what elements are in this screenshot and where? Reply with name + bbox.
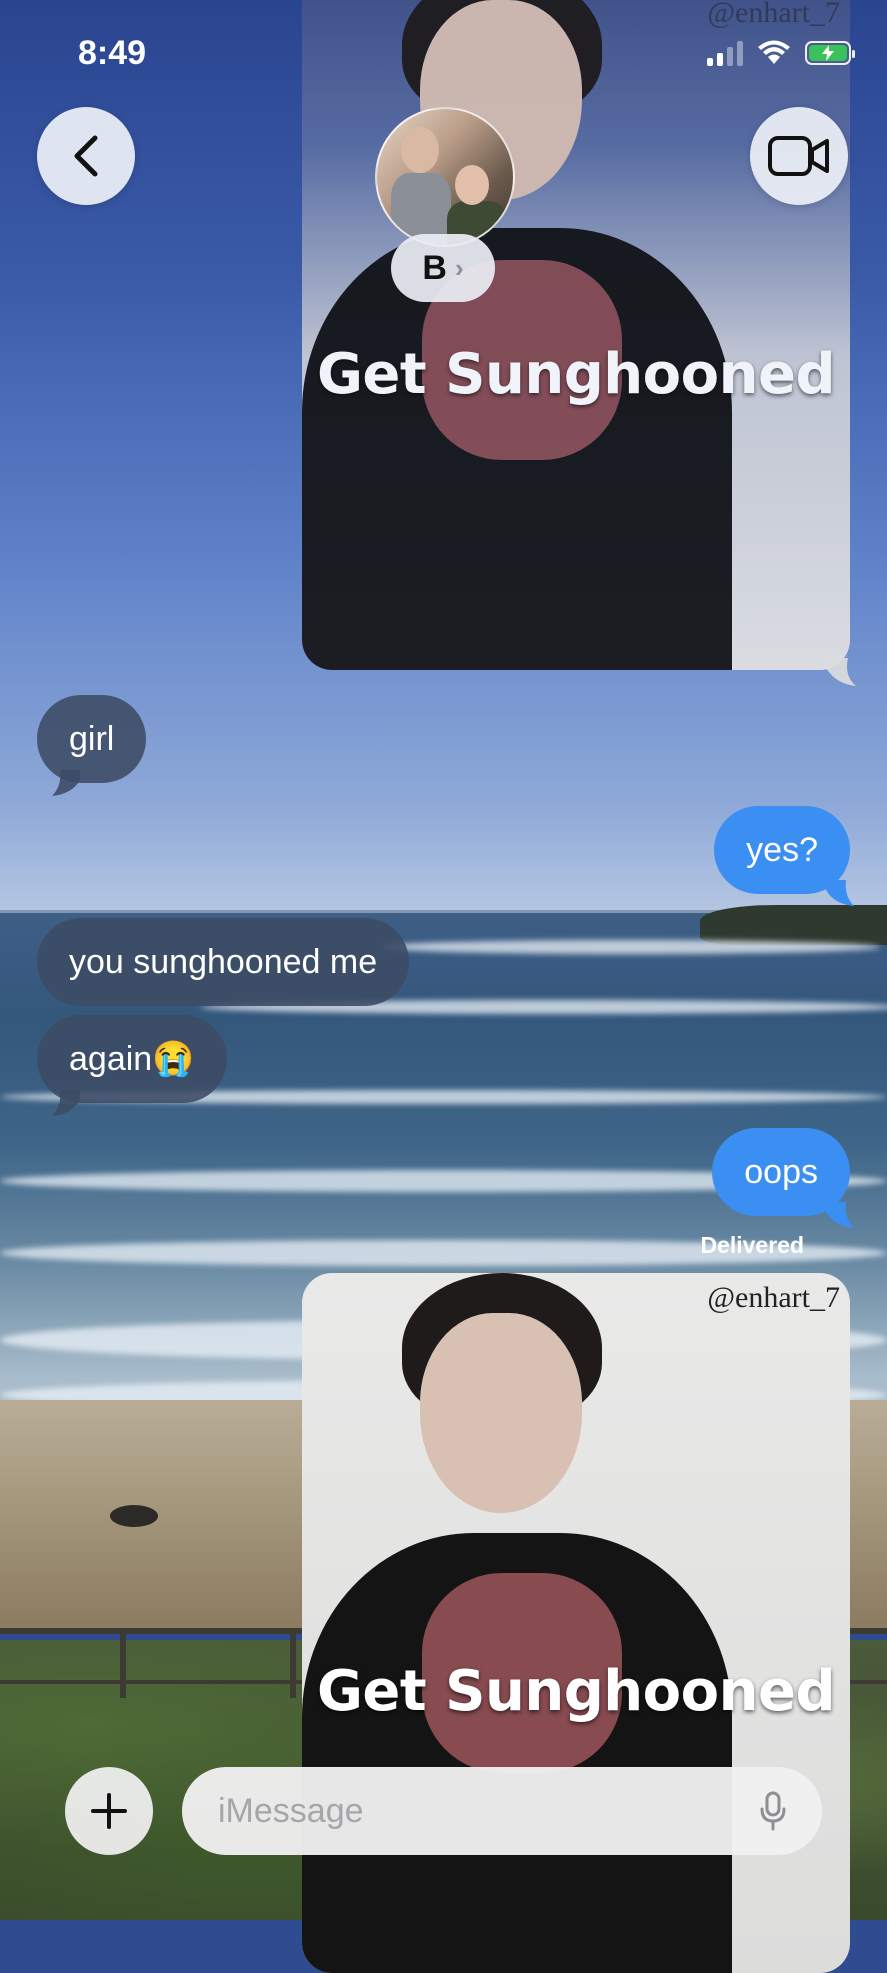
cellular-signal-icon xyxy=(707,40,743,66)
message-input[interactable]: iMessage xyxy=(182,1767,822,1855)
apps-plus-button[interactable] xyxy=(65,1767,153,1855)
contact-avatar[interactable] xyxy=(375,107,515,247)
wallpaper-island xyxy=(700,905,887,945)
facetime-video-button[interactable] xyxy=(750,107,848,205)
gif-message-bubble[interactable]: Get Sunghooned @enhart_7 xyxy=(302,1273,850,1973)
bubble-tail xyxy=(52,770,80,796)
chevron-left-icon xyxy=(74,135,98,177)
gif-message-bubble[interactable]: Get Sunghooned @enhart_7 xyxy=(302,0,850,670)
message-text: again😭 xyxy=(69,1040,195,1078)
message-input-placeholder: iMessage xyxy=(218,1791,364,1830)
gif-caption: Get Sunghooned xyxy=(316,342,836,407)
bubble-tail xyxy=(826,658,856,686)
gif-caption: Get Sunghooned xyxy=(316,1659,836,1724)
bubble-tail xyxy=(826,880,854,906)
microphone-icon[interactable] xyxy=(760,1791,786,1831)
gif-watermark: @enhart_7 xyxy=(707,1281,840,1314)
message-text: yes? xyxy=(746,831,818,869)
back-button[interactable] xyxy=(37,107,135,205)
status-time: 8:49 xyxy=(78,34,147,72)
message-text: oops xyxy=(744,1153,818,1191)
bubble-tail xyxy=(826,1202,854,1228)
received-message-bubble[interactable]: you sunghooned me xyxy=(37,918,410,1006)
message-text: girl xyxy=(69,720,115,758)
chevron-right-icon: › xyxy=(454,252,464,283)
battery-charging-icon xyxy=(805,41,855,65)
contact-name-button[interactable]: B › xyxy=(391,234,495,302)
status-icons xyxy=(707,40,855,66)
plus-icon xyxy=(91,1793,127,1829)
gif-watermark: @enhart_7 xyxy=(707,0,840,29)
message-text: you sunghooned me xyxy=(69,943,378,981)
bubble-tail xyxy=(52,1090,80,1116)
delivery-status: Delivered xyxy=(700,1232,804,1258)
wifi-icon xyxy=(758,40,790,64)
video-camera-icon xyxy=(768,136,829,176)
contact-name: B xyxy=(422,248,447,287)
